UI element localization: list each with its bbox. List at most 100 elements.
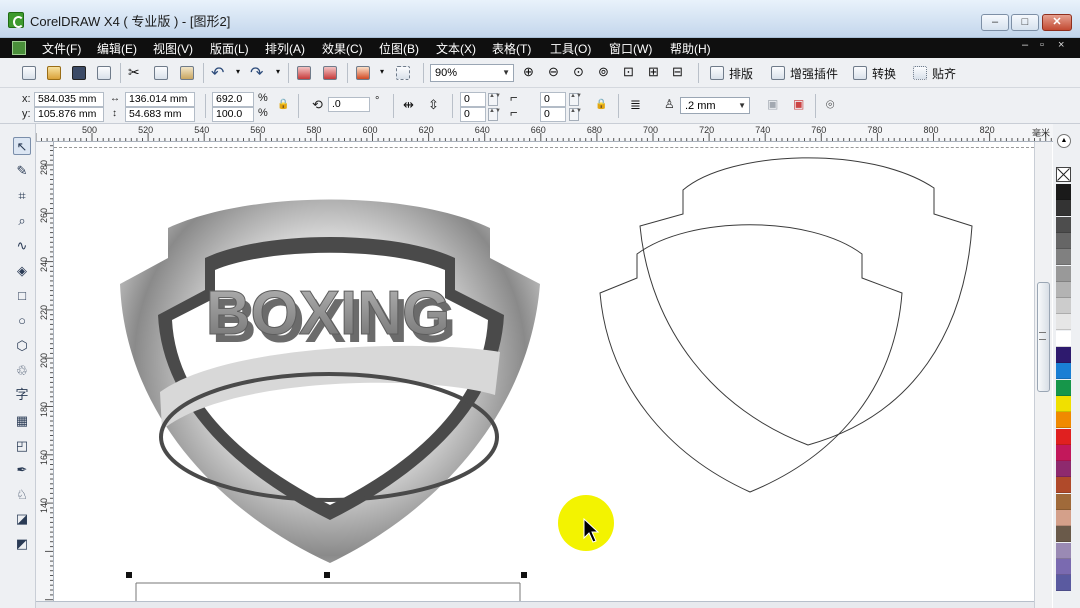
basic-shapes-tool-icon[interactable]: ♲ bbox=[13, 362, 31, 380]
menu-file[interactable]: 文件(F) bbox=[42, 40, 81, 57]
corner-bottom-left-spinner[interactable]: ▲▼ bbox=[488, 108, 501, 121]
convert-to-curves-icon[interactable]: ⌾ bbox=[826, 96, 834, 113]
open-folder-icon[interactable] bbox=[47, 66, 61, 80]
palette-color-swatch[interactable] bbox=[1056, 542, 1071, 559]
shape-tool-icon[interactable]: ✎ bbox=[13, 162, 31, 180]
mdi-restore-button[interactable]: ▫ bbox=[1040, 39, 1044, 51]
zoom-out-icon[interactable]: ⊖ bbox=[548, 64, 559, 80]
outline-shield-back[interactable] bbox=[639, 157, 973, 446]
mdi-minimize-button[interactable]: – bbox=[1022, 39, 1028, 51]
close-button[interactable]: ✕ bbox=[1042, 14, 1072, 31]
interactive-effects-tool-icon[interactable]: ◰ bbox=[13, 437, 31, 455]
menu-bitmaps[interactable]: 位图(B) bbox=[379, 40, 419, 57]
corner-top-right-spinner[interactable]: ▲▼ bbox=[569, 93, 582, 106]
palette-color-swatch[interactable] bbox=[1056, 444, 1071, 461]
undo-dropdown-icon[interactable]: ▾ bbox=[236, 67, 240, 76]
corner-bottom-right-spinner[interactable]: ▲▼ bbox=[569, 108, 582, 121]
palette-color-swatch[interactable] bbox=[1056, 265, 1071, 282]
fill-tool-icon[interactable]: ◪ bbox=[13, 510, 31, 528]
no-fill-swatch[interactable] bbox=[1056, 167, 1071, 182]
height-field[interactable]: 54.683 mm bbox=[125, 107, 195, 122]
menu-window[interactable]: 窗口(W) bbox=[609, 40, 652, 57]
menu-edit[interactable]: 编辑(E) bbox=[97, 40, 137, 57]
export-icon[interactable] bbox=[323, 66, 337, 80]
menu-layout[interactable]: 版面(L) bbox=[210, 40, 249, 57]
corner-bottom-right-field[interactable]: 0 bbox=[540, 107, 566, 122]
palette-color-swatch[interactable] bbox=[1056, 347, 1071, 363]
mirror-vertical-icon[interactable]: ⇳ bbox=[428, 97, 439, 113]
x-position-field[interactable]: 584.035 mm bbox=[34, 92, 104, 107]
menu-effects[interactable]: 效果(C) bbox=[322, 40, 363, 57]
palette-color-swatch[interactable] bbox=[1056, 330, 1071, 347]
palette-color-swatch[interactable] bbox=[1056, 379, 1071, 396]
drawing-canvas[interactable]: BOXING BOXING bbox=[54, 142, 1034, 608]
layout-button-label[interactable]: 排版 bbox=[729, 65, 753, 82]
menu-view[interactable]: 视图(V) bbox=[153, 40, 193, 57]
crop-tool-icon[interactable]: ⌗ bbox=[13, 187, 31, 205]
ellipse-tool-icon[interactable]: ○ bbox=[13, 312, 31, 330]
lock-ratio-icon[interactable]: 🔒 bbox=[277, 99, 289, 110]
text-tool-icon[interactable]: 字 bbox=[13, 386, 31, 404]
palette-color-swatch[interactable] bbox=[1056, 281, 1071, 298]
corner-top-right-field[interactable]: 0 bbox=[540, 92, 566, 107]
snap-icon[interactable] bbox=[913, 66, 927, 80]
vertical-ruler[interactable]: 280 260 240 220 200 180 160 140 bbox=[36, 142, 54, 608]
layout-icon[interactable] bbox=[710, 66, 724, 80]
paste-icon[interactable] bbox=[180, 66, 194, 80]
convert-icon[interactable] bbox=[853, 66, 867, 80]
palette-color-swatch[interactable] bbox=[1056, 412, 1071, 429]
cut-icon[interactable]: ✂ bbox=[128, 64, 140, 81]
copy-icon[interactable] bbox=[154, 66, 168, 80]
to-back-icon[interactable]: ▣ bbox=[793, 97, 804, 111]
palette-color-swatch[interactable] bbox=[1056, 477, 1071, 494]
enhance-plugin-button-label[interactable]: 增强插件 bbox=[790, 65, 838, 82]
corner-top-left-spinner[interactable]: ▲▼ bbox=[488, 93, 501, 106]
launcher-dropdown-icon[interactable]: ▾ bbox=[380, 67, 384, 76]
interactive-fill-tool-icon[interactable]: ◩ bbox=[13, 535, 31, 553]
zoom-all-objects-icon[interactable]: ⊚ bbox=[598, 64, 609, 80]
palette-color-swatch[interactable] bbox=[1056, 510, 1071, 526]
new-document-icon[interactable] bbox=[22, 66, 36, 80]
maximize-button[interactable]: □ bbox=[1011, 14, 1039, 31]
width-field[interactable]: 136.014 mm bbox=[125, 92, 195, 107]
to-front-icon[interactable]: ▣ bbox=[767, 97, 778, 111]
boxing-shield-emblem[interactable]: BOXING BOXING bbox=[120, 199, 540, 564]
palette-color-swatch[interactable] bbox=[1056, 461, 1071, 478]
table-tool-icon[interactable]: ▦ bbox=[13, 412, 31, 430]
snap-button-label[interactable]: 贴齐 bbox=[932, 65, 956, 82]
convert-button-label[interactable]: 转换 bbox=[872, 65, 896, 82]
palette-color-swatch[interactable] bbox=[1056, 526, 1071, 543]
smart-fill-tool-icon[interactable]: ◈ bbox=[13, 262, 31, 280]
menu-arrange[interactable]: 排列(A) bbox=[265, 40, 305, 57]
outline-shield-front[interactable] bbox=[599, 224, 903, 493]
outline-tool-icon[interactable]: ♘ bbox=[13, 486, 31, 504]
menu-table[interactable]: 表格(T) bbox=[492, 40, 531, 57]
redo-dropdown-icon[interactable]: ▾ bbox=[276, 67, 280, 76]
palette-color-swatch[interactable] bbox=[1056, 232, 1071, 249]
scale-x-field[interactable]: 692.0 bbox=[212, 92, 254, 107]
document-icon[interactable] bbox=[12, 41, 26, 55]
palette-color-swatch[interactable] bbox=[1056, 216, 1071, 233]
rotation-field[interactable]: .0 bbox=[328, 97, 370, 112]
redo-icon[interactable]: ↷ bbox=[250, 63, 263, 83]
zoom-selected-icon[interactable]: ⊙ bbox=[573, 64, 584, 80]
palette-color-swatch[interactable] bbox=[1056, 363, 1071, 380]
mirror-horizontal-icon[interactable]: ⇹ bbox=[403, 97, 414, 113]
welcome-screen-icon[interactable] bbox=[396, 66, 410, 80]
zoom-tool-icon[interactable]: ⌕ bbox=[13, 212, 31, 230]
import-icon[interactable] bbox=[297, 66, 311, 80]
scale-y-field[interactable]: 100.0 bbox=[212, 107, 254, 122]
palette-color-swatch[interactable] bbox=[1056, 558, 1071, 575]
menu-help[interactable]: 帮助(H) bbox=[670, 40, 711, 57]
palette-color-swatch[interactable] bbox=[1056, 575, 1071, 592]
lock-corners-icon[interactable]: 🔒 bbox=[595, 99, 607, 110]
outline-width-combo[interactable]: .2 mm ▼ bbox=[680, 97, 750, 114]
palette-color-swatch[interactable] bbox=[1056, 428, 1071, 445]
vertical-scrollbar[interactable] bbox=[1034, 142, 1052, 608]
menu-text[interactable]: 文本(X) bbox=[436, 40, 476, 57]
palette-color-swatch[interactable] bbox=[1056, 249, 1071, 266]
corner-top-left-field[interactable]: 0 bbox=[460, 92, 486, 107]
zoom-in-icon[interactable]: ⊕ bbox=[523, 64, 534, 80]
eyedropper-tool-icon[interactable]: ✒ bbox=[13, 461, 31, 479]
zoom-page-height-icon[interactable]: ⊟ bbox=[672, 64, 683, 80]
